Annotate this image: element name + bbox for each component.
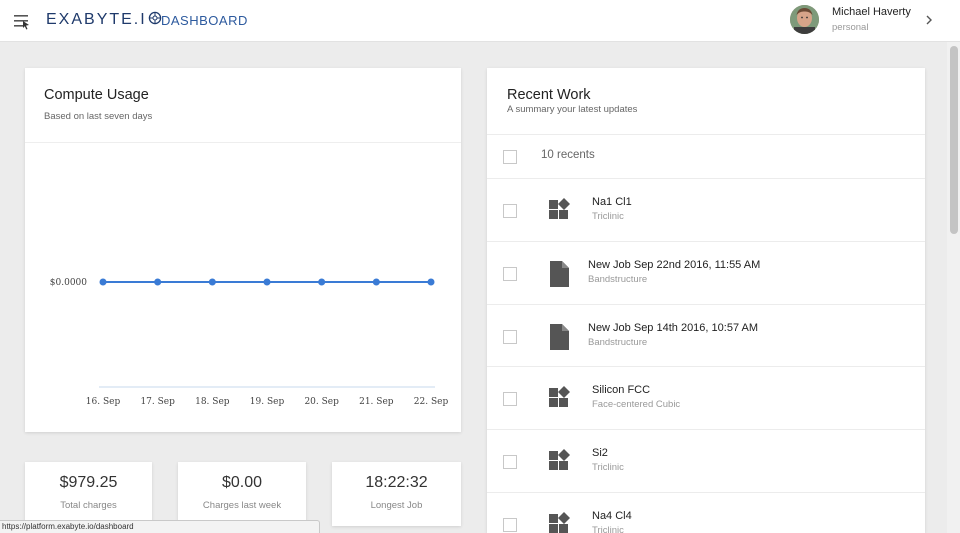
data-point [427, 278, 435, 286]
stat-value: 18:22:32 [365, 474, 428, 491]
stat-total-charges: $979.25 Total charges [25, 462, 152, 526]
row-title: Na4 Cl4 [592, 510, 632, 522]
user-menu[interactable]: Michael Haverty personal [790, 5, 950, 37]
row-title: Silicon FCC [592, 384, 651, 396]
stat-value: $0.00 [221, 474, 263, 491]
document-icon [548, 323, 572, 350]
row-checkbox[interactable] [503, 455, 517, 469]
row-title: New Job Sep 22nd 2016, 11:55 AM [588, 259, 761, 271]
chevron-right-icon[interactable] [924, 13, 934, 25]
logo-gear-icon [148, 11, 162, 30]
recent-work-card: Recent Work A summary your latest update… [487, 68, 925, 533]
row-subtitle: Bandstructure [588, 274, 648, 285]
x-tick-label: 19. Sep [250, 397, 285, 407]
x-tick-label: 20. Sep [304, 397, 339, 407]
row-title: New Job Sep 14th 2016, 10:57 AM [588, 322, 759, 334]
row-title: Si2 [592, 447, 608, 459]
avatar[interactable] [790, 5, 819, 34]
page-title[interactable]: DASHBOARD [161, 13, 248, 28]
data-point [99, 278, 107, 286]
stat-label: Charges last week [202, 500, 282, 511]
compute-usage-card: Compute Usage Based on last seven days $… [25, 68, 461, 432]
menu-icon[interactable] [12, 12, 32, 30]
data-point [372, 278, 380, 286]
user-name: Michael Haverty [832, 6, 911, 18]
stat-longest-job: 18:22:32 Longest Job [332, 462, 461, 526]
x-tick-label: 21. Sep [359, 397, 394, 407]
x-tick-label: 18. Sep [195, 397, 230, 407]
y-tick-label: $0.0000 [50, 278, 87, 288]
row-checkbox[interactable] [503, 392, 517, 406]
select-all-row: 10 recents [487, 134, 925, 179]
select-all-checkbox[interactable] [503, 150, 517, 164]
scrollbar-thumb[interactable] [950, 46, 958, 234]
x-tick-label: 16. Sep [86, 397, 121, 407]
material-icon [548, 511, 572, 533]
row-title: Na1 Cl1 [592, 196, 632, 208]
row-checkbox[interactable] [503, 204, 517, 218]
recents-count: 10 recents [541, 149, 595, 161]
list-item[interactable]: New Job Sep 14th 2016, 10:57 AM Bandstru… [487, 304, 925, 367]
document-icon [548, 260, 572, 287]
row-checkbox[interactable] [503, 267, 517, 281]
list-item[interactable]: Silicon FCC Face-centered Cubic [487, 366, 925, 429]
data-point [263, 278, 271, 286]
data-point [318, 278, 326, 286]
row-subtitle: Bandstructure [588, 337, 648, 348]
material-icon [548, 197, 572, 221]
row-checkbox[interactable] [503, 330, 517, 344]
user-account: personal [832, 22, 869, 33]
logo-text: EXABYTE.I [46, 11, 147, 28]
list-item[interactable]: New Job Sep 22nd 2016, 11:55 AM Bandstru… [487, 241, 925, 304]
row-subtitle: Triclinic [592, 525, 624, 533]
row-subtitle: Triclinic [592, 462, 624, 473]
row-subtitle: Triclinic [592, 211, 624, 222]
compute-usage-chart: $0.0000 16. Sep 17. Sep 18. Sep 19. Sep 20. S… [50, 278, 449, 407]
material-icon [548, 385, 572, 409]
recent-work-header: Recent Work A summary your latest update… [487, 68, 925, 134]
list-item[interactable]: Na4 Cl4 Triclinic [487, 492, 925, 533]
stat-label: Longest Job [370, 500, 423, 511]
stat-value: $979.25 [59, 474, 118, 491]
recent-work-title: Recent Work [507, 87, 591, 103]
status-bar-url: https://platform.exabyte.io/dashboard [0, 520, 320, 533]
data-point [154, 278, 162, 286]
row-checkbox[interactable] [503, 518, 517, 532]
list-item[interactable]: Na1 Cl1 Triclinic [487, 178, 925, 241]
data-point [208, 278, 216, 286]
material-icon [548, 448, 572, 472]
stat-label: Total charges [60, 500, 117, 511]
x-tick-label: 17. Sep [140, 397, 175, 407]
stat-charges-last-week: $0.00 Charges last week [178, 462, 306, 526]
x-tick-label: 22. Sep [414, 397, 449, 407]
exabyte-logo[interactable]: EXABYTE.I [46, 11, 162, 29]
recent-work-subtitle: A summary your latest updates [507, 104, 638, 115]
app-header: EXABYTE.I DASHBOARD Michael Haverty pers… [0, 0, 960, 42]
row-subtitle: Face-centered Cubic [592, 399, 681, 410]
list-item[interactable]: Si2 Triclinic [487, 429, 925, 492]
